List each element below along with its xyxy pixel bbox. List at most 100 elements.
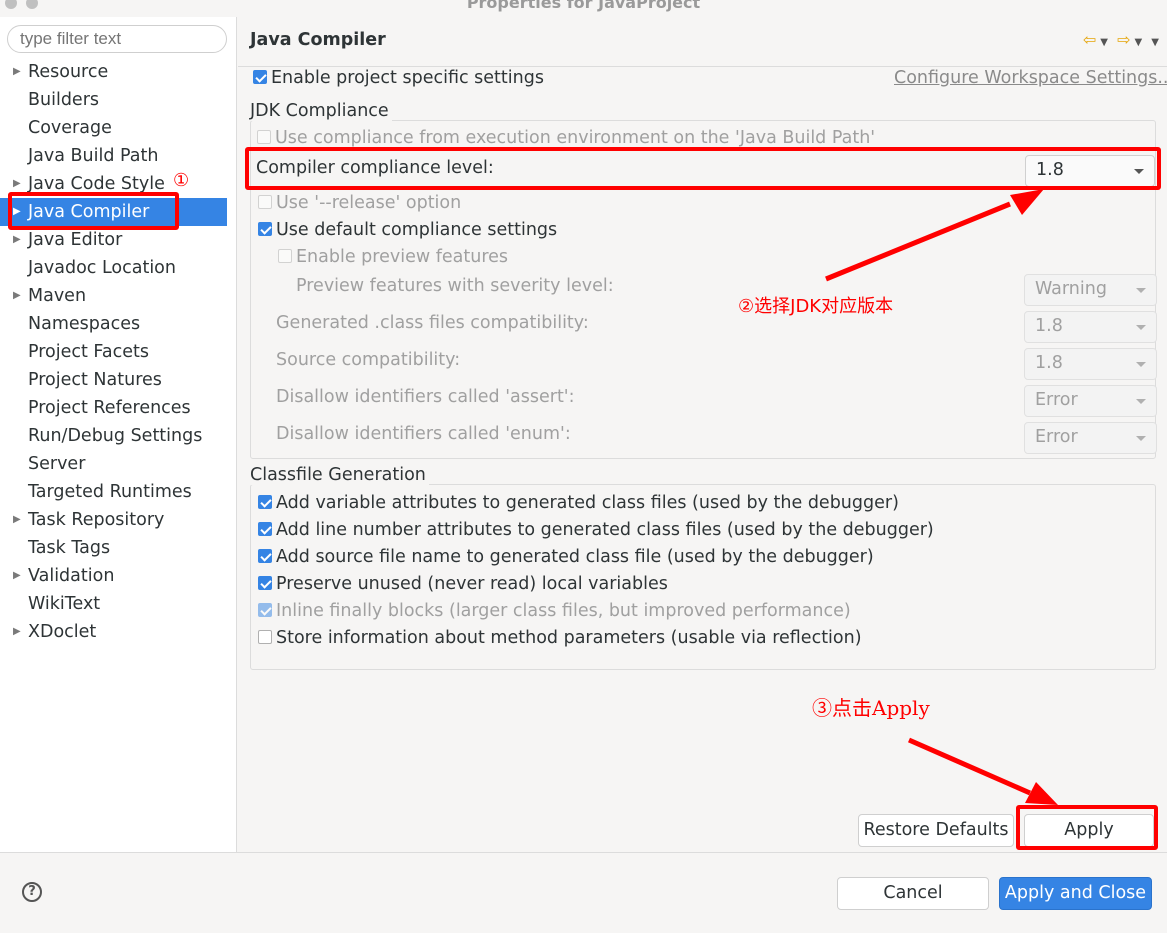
sidebar-item-project-facets[interactable]: Project Facets	[0, 338, 237, 366]
preview-severity-select[interactable]: Warning	[1024, 274, 1157, 306]
sidebar-item-label: Java Editor	[28, 230, 123, 250]
checkbox-icon[interactable]	[258, 495, 272, 509]
checkbox-icon[interactable]	[258, 630, 272, 644]
release-option-checkbox[interactable]: Use '--release' option	[258, 193, 461, 213]
annotation-step1: ①	[173, 170, 190, 191]
dropdown-caret-icon	[1136, 325, 1146, 330]
sidebar-item-xdoclet[interactable]: ▶ XDoclet	[0, 618, 237, 646]
forward-menu-chevron-icon[interactable]: ▼	[1135, 37, 1143, 48]
enum-label: Disallow identifiers called 'enum':	[276, 424, 571, 444]
annotation-box-compliance	[245, 147, 1161, 190]
sidebar-item-targeted-runtimes[interactable]: Targeted Runtimes	[0, 478, 237, 506]
sidebar-item-label: Project Natures	[28, 370, 162, 390]
sidebar-item-label: Java Build Path	[28, 146, 159, 166]
cf-source-checkbox[interactable]: Add source file name to generated class …	[258, 547, 874, 567]
sidebar-item-wikitext[interactable]: WikiText	[0, 590, 237, 618]
sidebar-item-project-natures[interactable]: Project Natures	[0, 366, 237, 394]
view-menu-chevron-icon[interactable]: ▼	[1151, 37, 1159, 48]
sidebar-item-resource[interactable]: ▶ Resource	[0, 58, 237, 86]
cancel-button[interactable]: Cancel	[837, 877, 989, 910]
filter-input[interactable]	[7, 25, 227, 53]
preference-page: Java Compiler ⇦ ▼ ⇨ ▼ ▼ Enable project spe…	[238, 17, 1167, 852]
annotation-step2: ②选择JDK对应版本	[738, 296, 894, 317]
sidebar-item-validation[interactable]: ▶ Validation	[0, 562, 237, 590]
sidebar-item-javadoc-location[interactable]: Javadoc Location	[0, 254, 237, 282]
source-compat-select[interactable]: 1.8	[1024, 348, 1157, 380]
use-default-compliance-checkbox[interactable]: Use default compliance settings	[258, 220, 557, 240]
classfile-group-label: Classfile Generation	[250, 465, 429, 485]
sidebar-item-task-tags[interactable]: Task Tags	[0, 534, 237, 562]
checkbox-icon[interactable]	[258, 522, 272, 536]
expand-arrow-icon[interactable]: ▶	[13, 562, 21, 590]
sidebar-item-project-references[interactable]: Project References	[0, 394, 237, 422]
sidebar-item-coverage[interactable]: Coverage	[0, 114, 237, 142]
back-menu-chevron-icon[interactable]: ▼	[1100, 37, 1108, 48]
cf-preserve-checkbox[interactable]: Preserve unused (never read) local varia…	[258, 574, 668, 594]
sidebar-item-namespaces[interactable]: Namespaces	[0, 310, 237, 338]
generated-class-label: Generated .class files compatibility:	[276, 313, 589, 333]
sidebar-item-label: Namespaces	[28, 314, 141, 334]
back-arrow-icon[interactable]: ⇦	[1083, 30, 1096, 49]
checkbox-icon[interactable]	[253, 70, 267, 84]
expand-arrow-icon[interactable]: ▶	[13, 226, 21, 254]
sidebar-item-maven[interactable]: ▶ Maven	[0, 282, 237, 310]
sidebar-item-label: Coverage	[28, 118, 112, 138]
enable-preview-checkbox[interactable]: Enable preview features	[278, 247, 508, 267]
cf-line-checkbox[interactable]: Add line number attributes to generated …	[258, 520, 934, 540]
sidebar-item-label: Builders	[28, 90, 100, 110]
sidebar-item-run-debug-settings[interactable]: Run/Debug Settings	[0, 422, 237, 450]
checkbox-icon[interactable]	[258, 576, 272, 590]
sidebar-item-label: Java Code Style	[28, 174, 165, 194]
preview-severity-label: Preview features with severity level:	[296, 276, 614, 296]
sidebar-item-label: Javadoc Location	[28, 258, 176, 278]
annotation-box-apply	[1016, 805, 1158, 850]
dropdown-caret-icon	[1136, 399, 1146, 404]
expand-arrow-icon[interactable]: ▶	[13, 618, 21, 646]
source-compat-label: Source compatibility:	[276, 350, 461, 370]
sidebar-item-label: Project Facets	[28, 342, 149, 362]
configure-workspace-link[interactable]: Configure Workspace Settings...	[894, 68, 1167, 88]
sidebar-item-label: Resource	[28, 62, 109, 82]
expand-arrow-icon[interactable]: ▶	[13, 506, 21, 534]
sidebar-item-java-build-path[interactable]: Java Build Path	[0, 142, 237, 170]
restore-defaults-button[interactable]: Restore Defaults	[858, 814, 1014, 847]
sidebar-item-label: Maven	[28, 286, 87, 306]
expand-arrow-icon[interactable]: ▶	[13, 58, 21, 86]
sidebar-item-label: Validation	[28, 566, 115, 586]
cf-variable-checkbox[interactable]: Add variable attributes to generated cla…	[258, 493, 899, 513]
page-header: Java Compiler ⇦ ▼ ⇨ ▼ ▼	[238, 17, 1167, 67]
sidebar-item-label: XDoclet	[28, 622, 97, 642]
page-title: Java Compiler	[250, 30, 386, 50]
checkbox-icon[interactable]	[278, 249, 292, 263]
dropdown-caret-icon	[1136, 288, 1146, 293]
annotation-box-java-compiler	[8, 192, 179, 230]
checkbox-icon[interactable]	[258, 549, 272, 563]
sidebar-item-label: Targeted Runtimes	[28, 482, 192, 502]
sidebar-nav-list: ▶ Resource Builders Coverage Java Build Path…	[0, 58, 237, 646]
sidebar-item-server[interactable]: Server	[0, 450, 237, 478]
assert-select[interactable]: Error	[1024, 385, 1157, 417]
checkbox-icon[interactable]	[258, 195, 272, 209]
use-compliance-env-checkbox[interactable]: Use compliance from execution environmen…	[257, 128, 875, 148]
sidebar-item-java-editor[interactable]: ▶ Java Editor	[0, 226, 237, 254]
dropdown-caret-icon	[1136, 362, 1146, 367]
sidebar-item-label: Run/Debug Settings	[28, 426, 203, 446]
generated-class-select[interactable]: 1.8	[1024, 311, 1157, 343]
enum-select[interactable]: Error	[1024, 422, 1157, 454]
enable-specific-checkbox[interactable]: Enable project specific settings	[253, 68, 544, 88]
sidebar-item-label: WikiText	[28, 594, 101, 614]
sidebar-item-task-repository[interactable]: ▶ Task Repository	[0, 506, 237, 534]
sidebar-item-builders[interactable]: Builders	[0, 86, 237, 114]
checkbox-icon[interactable]	[258, 222, 272, 236]
checkbox-icon[interactable]	[257, 130, 271, 144]
cf-inline-checkbox[interactable]: Inline finally blocks (larger class file…	[258, 601, 851, 621]
assert-label: Disallow identifiers called 'assert':	[276, 387, 575, 407]
help-icon[interactable]: ?	[22, 882, 42, 902]
forward-arrow-icon[interactable]: ⇨	[1117, 30, 1130, 49]
apply-and-close-button[interactable]: Apply and Close	[999, 877, 1152, 910]
cf-store-checkbox[interactable]: Store information about method parameter…	[258, 628, 862, 648]
expand-arrow-icon[interactable]: ▶	[13, 282, 21, 310]
checkbox-icon[interactable]	[258, 603, 272, 617]
sidebar-item-label: Server	[28, 454, 86, 474]
window-title: Properties for JavaProject	[466, 0, 701, 12]
